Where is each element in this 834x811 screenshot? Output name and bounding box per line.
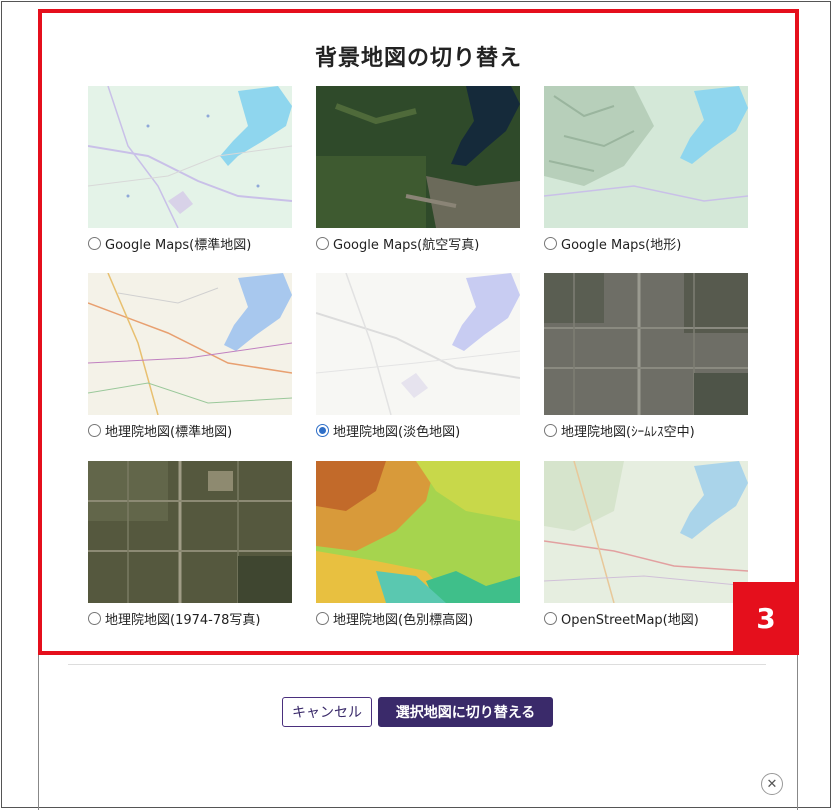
radio-option-row[interactable]: 地理院地図(1974-78写真) [88,608,292,628]
map-thumbnail-relief[interactable] [316,461,520,603]
option-label: 地理院地図(標準地図) [105,424,233,440]
radio-button[interactable] [88,611,101,625]
radio-option-row[interactable]: 地理院地図(色別標高図) [316,608,520,628]
map-option-seamless-aerial[interactable]: 地理院地図(ｼｰﾑﾚｽ空中) [544,273,748,443]
map-thumbnail-seamless-aerial[interactable] [544,273,748,415]
option-label: 地理院地図(1974-78写真) [105,612,261,628]
map-option-gsi-pale[interactable]: 地理院地図(淡色地図) [316,273,520,443]
radio-button[interactable] [544,423,557,437]
option-label: Google Maps(航空写真) [333,237,480,253]
switch-map-button[interactable]: 選択地図に切り替える [378,697,553,727]
radio-option-row[interactable]: 地理院地図(ｼｰﾑﾚｽ空中) [544,420,748,440]
option-label: Google Maps(標準地図) [105,237,252,253]
radio-option-row[interactable]: 地理院地図(標準地図) [88,420,292,440]
step-number-badge: 3 [733,582,799,655]
map-option-relief[interactable]: 地理院地図(色別標高図) [316,461,520,631]
radio-option-row[interactable]: OpenStreetMap(地図) [544,608,748,628]
map-option-google-standard[interactable]: Google Maps(標準地図) [88,86,292,256]
option-label: 地理院地図(淡色地図) [333,424,461,440]
option-label: OpenStreetMap(地図) [561,612,699,628]
radio-button[interactable] [88,236,101,250]
map-option-aerial-1970s[interactable]: 地理院地図(1974-78写真) [88,461,292,631]
cancel-button[interactable]: キャンセル [282,697,372,727]
option-label: 地理院地図(色別標高図) [333,612,474,628]
option-label: Google Maps(地形) [561,237,682,253]
map-thumbnail-google-satellite[interactable] [316,86,520,228]
radio-option-row[interactable]: Google Maps(航空写真) [316,233,520,253]
map-option-gsi-standard[interactable]: 地理院地図(標準地図) [88,273,292,443]
option-label: 地理院地図(ｼｰﾑﾚｽ空中) [561,424,695,440]
radio-option-row[interactable]: Google Maps(標準地図) [88,233,292,253]
radio-option-row[interactable]: Google Maps(地形) [544,233,748,253]
map-option-osm[interactable]: OpenStreetMap(地図) [544,461,748,631]
footer-divider [68,664,766,665]
radio-button[interactable] [544,611,557,625]
radio-option-row[interactable]: 地理院地図(淡色地図) [316,420,520,440]
map-thumbnail-gsi-pale[interactable] [316,273,520,415]
dialog-title: 背景地図の切り替え [314,46,522,71]
map-option-google-satellite[interactable]: Google Maps(航空写真) [316,86,520,256]
map-thumbnail-aerial-1970s[interactable] [88,461,292,603]
radio-button[interactable] [316,236,329,250]
map-thumbnail-osm[interactable] [544,461,748,603]
map-thumbnail-google-terrain[interactable] [544,86,748,228]
map-option-google-terrain[interactable]: Google Maps(地形) [544,86,748,256]
radio-button-selected[interactable] [316,423,329,437]
radio-button[interactable] [316,611,329,625]
radio-button[interactable] [544,236,557,250]
map-thumbnail-gsi-standard[interactable] [88,273,292,415]
radio-button[interactable] [88,423,101,437]
close-icon[interactable]: ✕ [761,773,783,795]
map-thumbnail-google-standard[interactable] [88,86,292,228]
